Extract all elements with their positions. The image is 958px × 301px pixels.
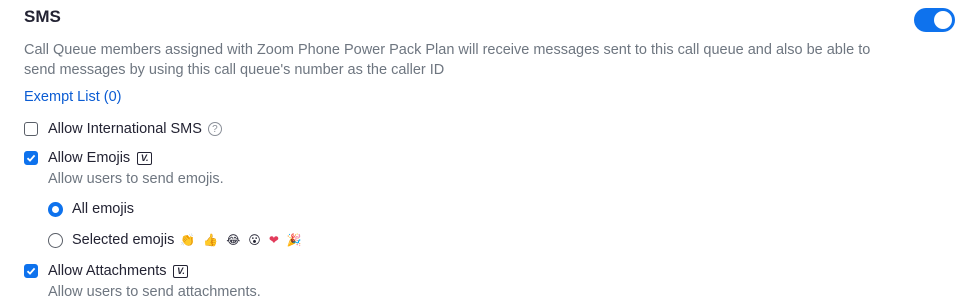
emojis-option: Allow Emojis V. [24, 150, 153, 166]
laugh-emoji-icon: 😂 [226, 233, 241, 247]
thumbs-up-emoji-icon: 👍 [203, 233, 219, 247]
all-emojis-radio[interactable] [48, 201, 63, 217]
help-icon[interactable]: ? [207, 122, 222, 136]
sms-title: SMS [24, 7, 61, 26]
surprised-emoji-icon: 😮 [248, 233, 261, 247]
clap-emoji-icon: 👏 [180, 233, 196, 247]
international-sms-label: Allow International SMS [48, 121, 202, 137]
emojis-label: Allow Emojis [48, 150, 131, 166]
exempt-list-link[interactable]: Exempt List (0) [24, 89, 122, 105]
all-emojis-label: All emojis [72, 201, 135, 217]
attachments-checkbox[interactable] [24, 264, 38, 278]
heart-emoji-icon: ❤ [268, 233, 279, 247]
selected-emojis-label: Selected emojis [72, 232, 175, 248]
international-sms-option: Allow International SMS ? [24, 121, 222, 137]
v-badge-icon: V. [173, 264, 189, 278]
selected-emojis-radio-row: Selected emojis 👏 👍 😂 😮 ❤ 🎉 [48, 232, 302, 248]
check-icon [26, 154, 36, 162]
international-sms-checkbox[interactable] [24, 122, 38, 136]
emojis-sub-text: Allow users to send emojis. [48, 171, 224, 187]
emojis-checkbox[interactable] [24, 151, 38, 165]
selected-emojis-radio[interactable] [48, 232, 63, 248]
sms-description: Call Queue members assigned with Zoom Ph… [24, 42, 871, 78]
sms-toggle[interactable] [914, 8, 955, 32]
attachments-label: Allow Attachments [48, 263, 167, 279]
attachments-option: Allow Attachments V. [24, 263, 189, 279]
attachments-sub-text: Allow users to send attachments. [48, 284, 261, 300]
toggle-knob [934, 11, 952, 29]
check-icon [26, 267, 36, 275]
party-emoji-icon: 🎉 [286, 233, 302, 247]
v-badge-icon: V. [137, 151, 153, 165]
all-emojis-radio-row: All emojis [48, 201, 134, 217]
